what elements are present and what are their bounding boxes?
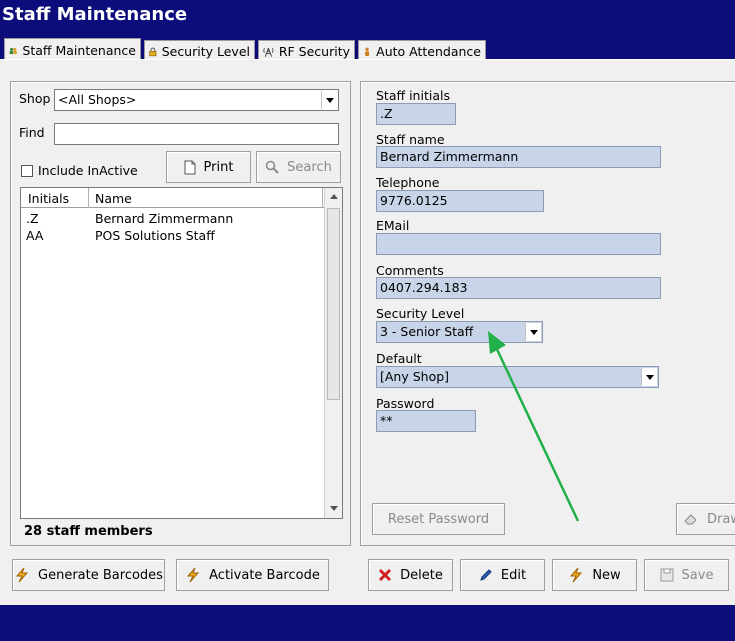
search-icon xyxy=(265,160,279,174)
telephone-label: Telephone xyxy=(376,175,440,190)
document-icon xyxy=(184,160,196,174)
security-level-value: 3 - Senior Staff xyxy=(380,324,474,339)
pencil-icon xyxy=(480,569,492,581)
tab-label: Auto Attendance xyxy=(376,44,481,59)
delete-button[interactable]: Delete xyxy=(368,559,453,591)
chevron-down-icon[interactable] xyxy=(641,368,657,386)
annotation-arrow xyxy=(488,331,580,522)
include-inactive-label: Include InActive xyxy=(38,163,138,178)
staff-list-header: Initials Name xyxy=(21,188,324,208)
print-button[interactable]: Print xyxy=(166,151,251,183)
staff-initials-label: Staff initials xyxy=(376,88,450,103)
tab-label: Staff Maintenance xyxy=(22,43,136,58)
default-shop-value: [Any Shop] xyxy=(380,369,450,384)
tab-rf-security[interactable]: RF Security xyxy=(258,40,355,60)
password-label: Password xyxy=(376,396,435,411)
email-label: EMail xyxy=(376,218,410,233)
status-area xyxy=(0,606,735,641)
list-scrollbar[interactable] xyxy=(324,188,342,518)
activate-barcode-button[interactable]: Activate Barcode xyxy=(176,559,329,591)
draw-button[interactable]: Draw xyxy=(676,503,735,535)
window-title: Staff Maintenance xyxy=(2,4,188,25)
default-shop-label: Default xyxy=(376,351,422,366)
row-name: Bernard Zimmermann xyxy=(95,211,234,226)
comments-label: Comments xyxy=(376,263,444,278)
row-initials: .Z xyxy=(26,211,39,226)
column-header-name[interactable]: Name xyxy=(95,191,132,206)
staff-count: 28 staff members xyxy=(24,524,153,539)
lightning-icon xyxy=(15,567,29,583)
staff-initials-field[interactable]: .Z xyxy=(376,103,456,125)
tab-label: RF Security xyxy=(278,44,350,59)
tab-staff-maintenance[interactable]: Staff Maintenance xyxy=(4,38,141,60)
generate-barcodes-button[interactable]: Generate Barcodes xyxy=(12,559,165,591)
lightning-icon xyxy=(187,567,200,583)
delete-x-icon xyxy=(379,568,392,582)
shop-select[interactable]: <All Shops> xyxy=(54,89,339,111)
tab-content: Shop <All Shops> Find Include InActive P… xyxy=(0,59,735,605)
email-field[interactable] xyxy=(376,233,661,255)
scroll-down-icon[interactable] xyxy=(330,506,338,511)
include-inactive-checkbox[interactable] xyxy=(21,165,33,177)
eraser-icon xyxy=(684,514,697,525)
search-button[interactable]: Search xyxy=(256,151,341,183)
staff-name-field[interactable]: Bernard Zimmermann xyxy=(376,146,661,168)
antenna-icon xyxy=(263,47,274,57)
telephone-field[interactable]: 9776.0125 xyxy=(376,190,544,212)
person-icon xyxy=(365,47,370,56)
security-level-label: Security Level xyxy=(376,306,465,321)
password-field[interactable]: ** xyxy=(376,410,476,432)
people-icon xyxy=(9,47,17,54)
table-row[interactable]: AA POS Solutions Staff xyxy=(21,228,324,245)
staff-name-label: Staff name xyxy=(376,132,445,147)
floppy-disk-icon xyxy=(660,568,674,582)
scroll-up-icon[interactable] xyxy=(330,194,338,199)
shop-label: Shop xyxy=(19,91,51,106)
comments-field[interactable]: 0407.294.183 xyxy=(376,277,661,299)
annotation-arrow-line xyxy=(492,342,580,522)
column-header-initials[interactable]: Initials xyxy=(28,191,69,206)
chevron-down-icon[interactable] xyxy=(321,91,337,109)
tab-security-level[interactable]: Security Level xyxy=(144,40,255,60)
tab-label: Security Level xyxy=(161,44,250,59)
table-row[interactable]: .Z Bernard Zimmermann xyxy=(21,211,324,228)
lock-icon xyxy=(149,47,157,56)
edit-button[interactable]: Edit xyxy=(460,559,545,591)
row-initials: AA xyxy=(26,228,44,243)
find-label: Find xyxy=(19,125,45,140)
row-name: POS Solutions Staff xyxy=(95,228,215,243)
tab-auto-attendance[interactable]: Auto Attendance xyxy=(358,40,486,60)
find-input[interactable] xyxy=(54,123,339,145)
staff-list[interactable]: Initials Name .Z Bernard Zimmermann AA P… xyxy=(20,187,343,519)
lightning-icon xyxy=(570,567,583,583)
new-button[interactable]: New xyxy=(552,559,637,591)
save-button[interactable]: Save xyxy=(644,559,729,591)
scroll-thumb[interactable] xyxy=(327,208,340,400)
shop-select-value: <All Shops> xyxy=(58,92,137,107)
